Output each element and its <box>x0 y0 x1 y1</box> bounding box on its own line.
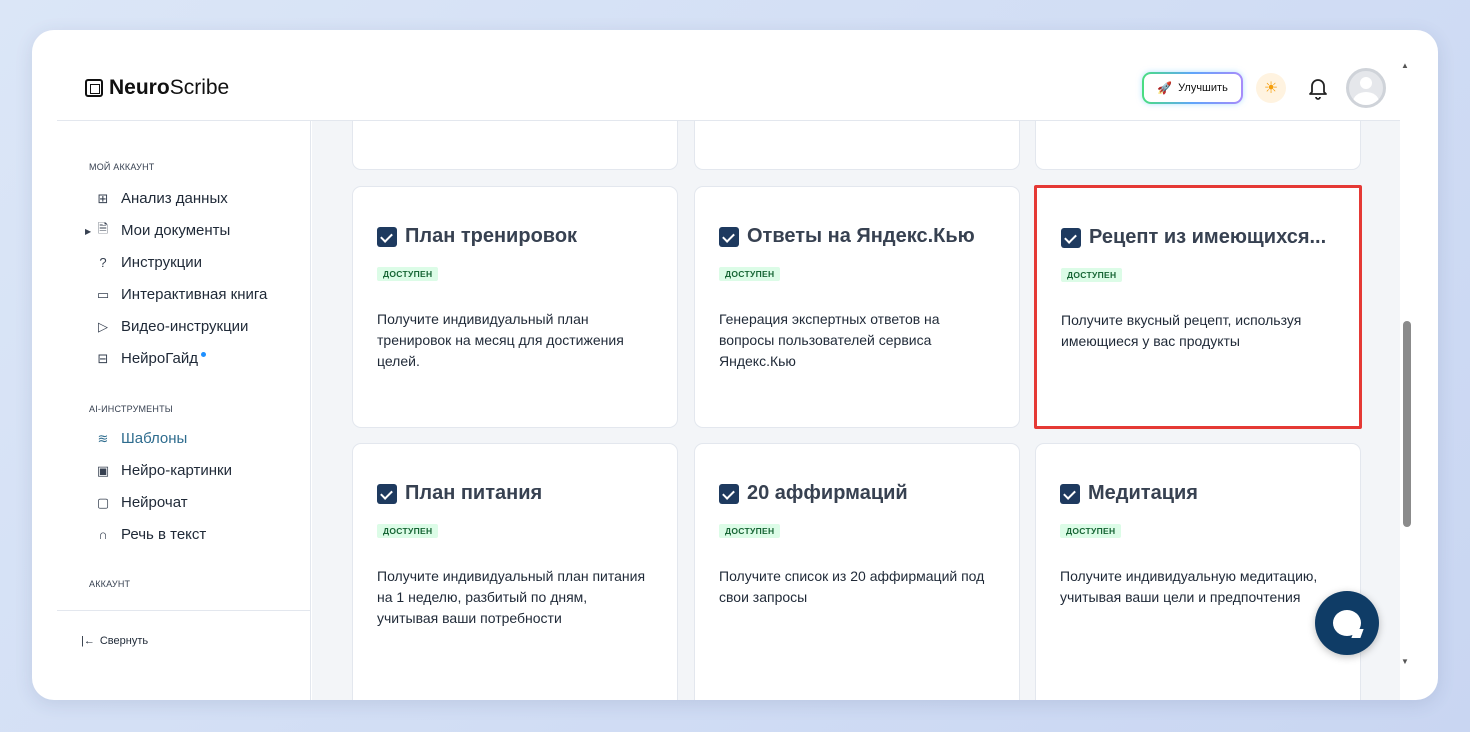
card-title: Ответы на Яндекс.Кью <box>747 225 975 247</box>
status-badge: ДОСТУПЕН <box>719 524 781 538</box>
sidebar-item-label: Мои документы <box>121 222 231 239</box>
logo-bold: Neuro <box>109 76 170 99</box>
template-card-meal-plan[interactable]: План питания ДОСТУПЕН Получите индивидуа… <box>352 443 678 700</box>
card-title: Рецепт из имеющихся... <box>1089 226 1327 248</box>
collapse-button[interactable]: |← Свернуть <box>81 635 148 647</box>
sidebar-item-label: Нейрочат <box>121 494 188 511</box>
sidebar-item-label: Шаблоны <box>121 430 188 447</box>
checkbox-icon <box>375 483 397 508</box>
chat-support-button[interactable] <box>1315 591 1379 655</box>
sidebar-item-speech-to-text[interactable]: ∩ Речь в текст <box>95 526 206 543</box>
help-icon: ? <box>99 255 107 270</box>
new-dot <box>201 352 206 357</box>
logo-rest: Scribe <box>169 76 230 99</box>
document-icon: 🗎 <box>97 220 109 236</box>
sidebar-item-my-documents[interactable]: 🗎 Мои документы <box>95 220 231 240</box>
status-badge: ДОСТУПЕН <box>377 267 439 281</box>
scrollbar-thumb[interactable] <box>1403 321 1411 527</box>
logo-icon <box>85 79 103 97</box>
card-title: План тренировок <box>405 225 578 247</box>
card-description: Получите индивидуальный план тренировок … <box>377 311 624 369</box>
status-badge: ДОСТУПЕН <box>1060 524 1122 538</box>
upgrade-label: Улучшить <box>1178 82 1228 94</box>
upgrade-button[interactable]: 🚀 Улучшить <box>1142 72 1243 104</box>
chat-bubble-icon <box>1333 610 1361 636</box>
sidebar-item-interactive-book[interactable]: ▭ Интерактивная книга <box>95 286 268 303</box>
checkbox-icon <box>1058 483 1080 508</box>
template-card-partial[interactable] <box>694 121 1020 170</box>
template-card-partial[interactable] <box>352 121 678 170</box>
section-my-account: МОЙ АККАУНТ <box>89 162 155 172</box>
checkbox-icon <box>717 483 739 508</box>
caret-right-icon[interactable]: ▶ <box>85 227 91 236</box>
sidebar-divider <box>57 610 311 611</box>
layers-icon: ≋ <box>97 430 109 446</box>
template-card-yandex-q[interactable]: Ответы на Яндекс.Кью ДОСТУПЕН Генерация … <box>694 186 1020 428</box>
scroll-down-arrow[interactable]: ▼ <box>1401 657 1409 666</box>
card-description: Получите вкусный рецепт, используя имеющ… <box>1061 312 1302 349</box>
sidebar-item-label: Интерактивная книга <box>121 286 268 303</box>
sidebar-item-data-analysis[interactable]: ⊞ Анализ данных <box>95 190 228 207</box>
checkbox-icon <box>1059 227 1081 252</box>
section-ai-tools: AI-ИНСТРУМЕНТЫ <box>89 404 173 414</box>
card-description: Получите список из 20 аффирмаций под сво… <box>719 568 985 605</box>
sidebar-item-label: Речь в текст <box>121 526 207 543</box>
image-icon: ▣ <box>96 462 110 478</box>
avatar[interactable] <box>1346 68 1386 108</box>
chat-icon: ▢ <box>96 494 110 510</box>
status-badge: ДОСТУПЕН <box>377 524 439 538</box>
collapse-label: Свернуть <box>99 635 149 647</box>
bell-icon[interactable] <box>1306 75 1330 101</box>
sidebar-item-label: Видео-инструкции <box>121 318 249 335</box>
card-title: Медитация <box>1088 482 1198 504</box>
status-badge: ДОСТУПЕН <box>719 267 781 281</box>
top-header: NeuroScribe 🚀 Улучшить ☀ <box>57 30 1400 121</box>
sidebar-item-neurochat[interactable]: ▢ Нейрочат <box>95 494 188 511</box>
book-icon: ▭ <box>96 286 110 302</box>
templates-grid: План тренировок ДОСТУПЕН Получите индиви… <box>312 121 1400 700</box>
video-icon: ▷ <box>98 318 108 334</box>
guide-icon: ⊟ <box>97 350 109 366</box>
grid-icon: ⊞ <box>97 190 109 206</box>
section-account: АККАУНТ <box>89 579 131 589</box>
sun-icon[interactable]: ☀ <box>1256 73 1286 103</box>
checkbox-icon <box>375 226 397 251</box>
sidebar-item-label: НейроГайд <box>121 350 198 367</box>
card-title: План питания <box>405 482 543 504</box>
card-title: 20 аффирмаций <box>747 482 908 504</box>
sidebar-item-label: Нейро-картинки <box>121 462 232 479</box>
sidebar: МОЙ АККАУНТ ⊞ Анализ данных ▶ 🗎 Мои доку… <box>57 121 311 700</box>
template-card-partial[interactable] <box>1035 121 1361 170</box>
template-card-recipe[interactable]: Рецепт из имеющихся... ДОСТУПЕН Получите… <box>1034 185 1362 429</box>
app-window: NeuroScribe 🚀 Улучшить ☀ МОЙ АККАУНТ ⊞ А… <box>32 30 1438 700</box>
checkbox-icon <box>717 226 739 251</box>
sidebar-item-label: Инструкции <box>121 254 203 271</box>
sidebar-item-neuroguide[interactable]: ⊟ НейроГайд <box>95 350 206 367</box>
status-badge: ДОСТУПЕН <box>1061 268 1123 282</box>
rocket-icon: 🚀 <box>1157 81 1173 95</box>
card-description: Получите индивидуальную медитацию, учиты… <box>1060 568 1318 605</box>
sidebar-item-templates[interactable]: ≋ Шаблоны <box>95 430 188 447</box>
template-card-affirmations[interactable]: 20 аффирмаций ДОСТУПЕН Получите список и… <box>694 443 1020 700</box>
template-card-workout-plan[interactable]: План тренировок ДОСТУПЕН Получите индиви… <box>352 186 678 428</box>
card-description: Получите индивидуальный план питания на … <box>377 568 646 626</box>
headphones-icon: ∩ <box>98 527 108 542</box>
sidebar-item-neuro-images[interactable]: ▣ Нейро-картинки <box>95 462 232 479</box>
scroll-up-arrow[interactable]: ▲ <box>1401 61 1409 70</box>
card-description: Генерация экспертных ответов на вопросы … <box>719 311 940 369</box>
collapse-icon: |← <box>81 635 95 647</box>
sidebar-item-instructions[interactable]: ? Инструкции <box>95 254 202 271</box>
sidebar-item-label: Анализ данных <box>121 190 228 207</box>
template-card-meditation[interactable]: Медитация ДОСТУПЕН Получите индивидуальн… <box>1035 443 1361 700</box>
sidebar-item-video-instructions[interactable]: ▷ Видео-инструкции <box>95 318 248 335</box>
logo[interactable]: NeuroScribe <box>85 76 229 100</box>
